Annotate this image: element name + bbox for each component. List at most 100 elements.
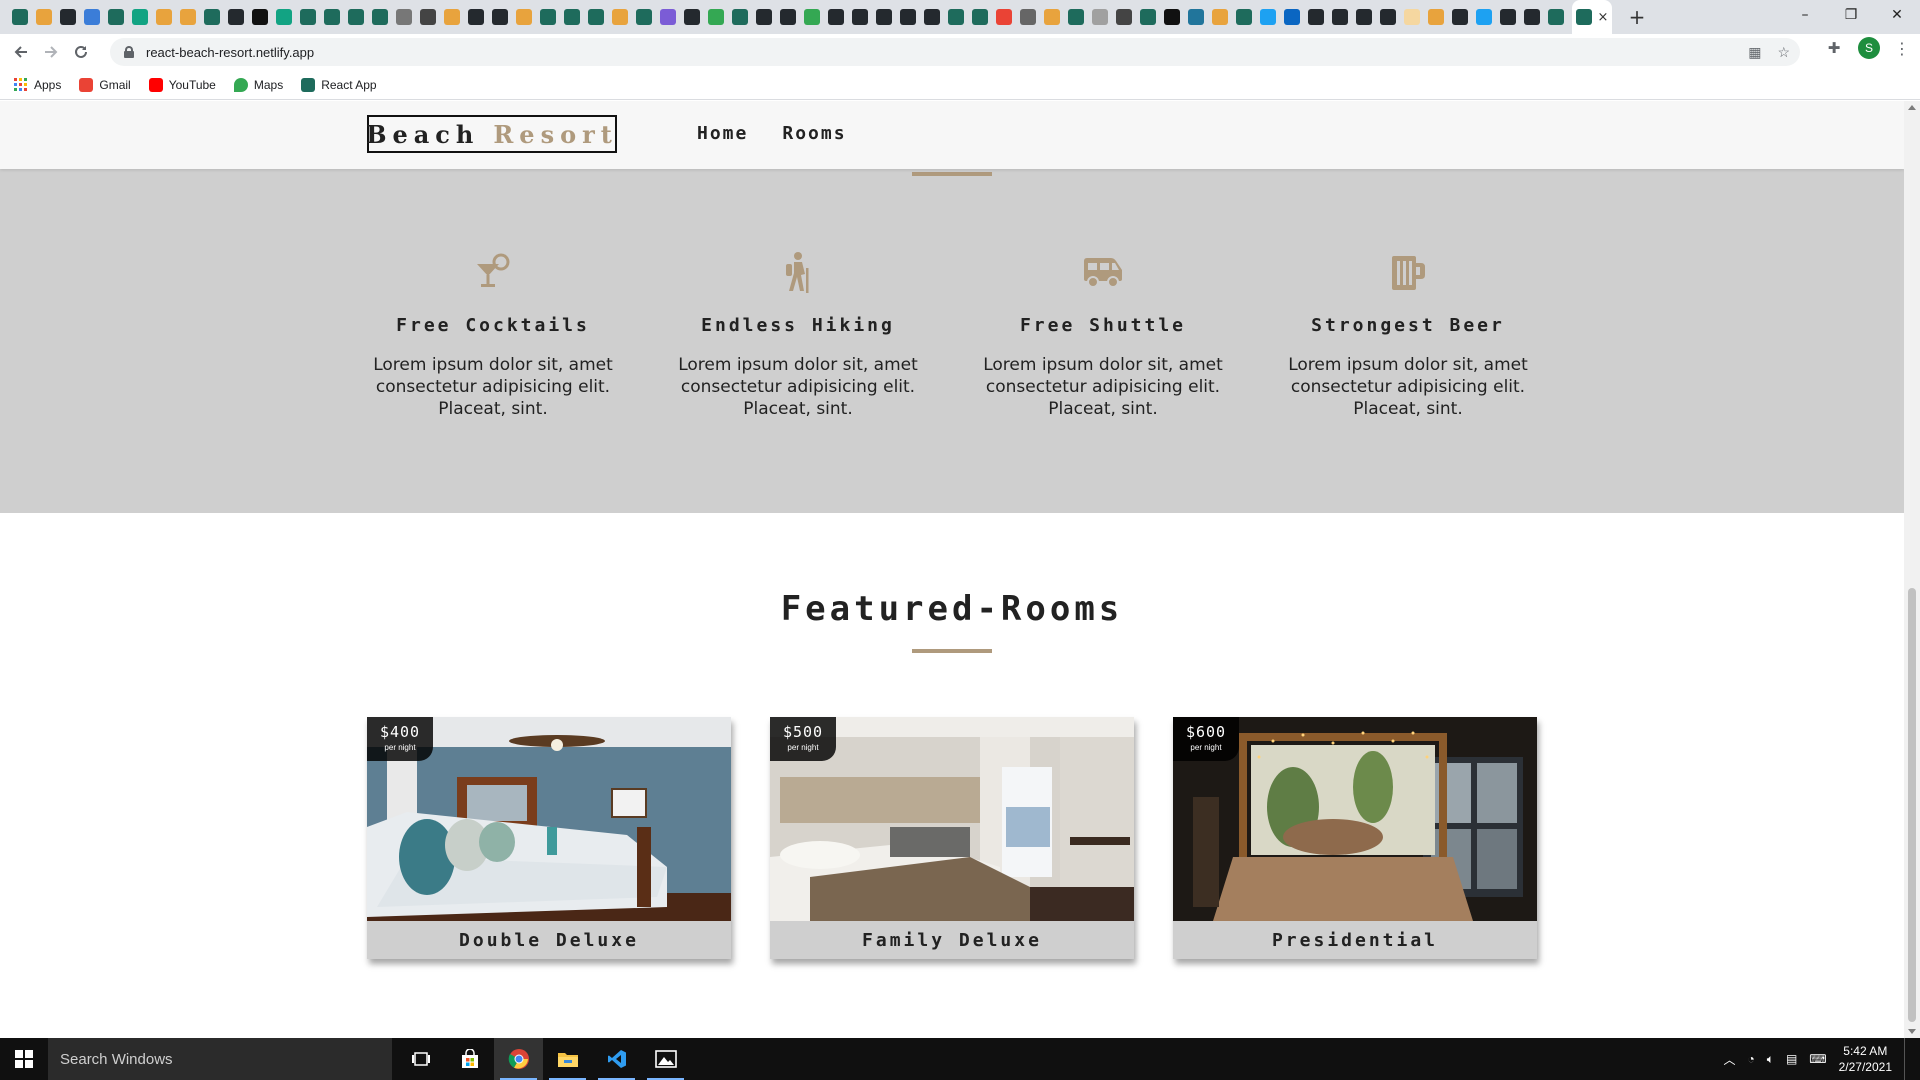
browser-tab[interactable] (248, 0, 272, 34)
browser-tab[interactable] (536, 0, 560, 34)
show-desktop-button[interactable] (1904, 1038, 1908, 1080)
address-bar[interactable]: react-beach-resort.netlify.app ▦ ☆ (110, 38, 1800, 66)
browser-tab[interactable] (32, 0, 56, 34)
browser-tab[interactable] (368, 0, 392, 34)
browser-tab[interactable] (1496, 0, 1520, 34)
browser-tab[interactable] (176, 0, 200, 34)
browser-tab[interactable] (800, 0, 824, 34)
browser-tab[interactable] (1112, 0, 1136, 34)
keyboard-icon[interactable]: ⌨︎ (1809, 1052, 1826, 1066)
start-button[interactable] (0, 1038, 48, 1080)
bookmark-star-icon[interactable]: ☆ (1777, 44, 1790, 61)
scroll-down-arrow-icon[interactable] (1908, 1029, 1916, 1034)
browser-tab[interactable] (1352, 0, 1376, 34)
browser-tab[interactable] (1208, 0, 1232, 34)
browser-tab[interactable] (1448, 0, 1472, 34)
taskbar-vscode[interactable] (592, 1038, 641, 1080)
browser-tab[interactable] (1328, 0, 1352, 34)
bookmark-item[interactable]: YouTube (148, 77, 216, 92)
scroll-thumb[interactable] (1908, 588, 1916, 1022)
minimize-button[interactable]: – (1782, 0, 1828, 30)
restore-button[interactable]: ❐ (1828, 0, 1874, 30)
browser-tab[interactable] (1160, 0, 1184, 34)
browser-tab[interactable] (920, 0, 944, 34)
bookmark-item[interactable]: React App (301, 77, 377, 92)
browser-tab[interactable] (872, 0, 896, 34)
browser-tab[interactable] (776, 0, 800, 34)
browser-tab[interactable] (1472, 0, 1496, 34)
browser-tab[interactable] (1400, 0, 1424, 34)
taskbar-file-explorer[interactable] (543, 1038, 592, 1080)
browser-tab[interactable] (344, 0, 368, 34)
browser-tab[interactable] (80, 0, 104, 34)
browser-tab[interactable] (632, 0, 656, 34)
browser-tab[interactable] (272, 0, 296, 34)
browser-tab[interactable] (824, 0, 848, 34)
browser-tab[interactable] (392, 0, 416, 34)
browser-tab[interactable] (896, 0, 920, 34)
browser-tab[interactable] (680, 0, 704, 34)
taskbar-search[interactable]: Search Windows (48, 1038, 392, 1080)
browser-tab[interactable] (608, 0, 632, 34)
back-button[interactable] (6, 37, 36, 67)
browser-tab[interactable] (128, 0, 152, 34)
browser-tab[interactable] (968, 0, 992, 34)
browser-tab[interactable] (296, 0, 320, 34)
forward-button[interactable] (36, 37, 66, 67)
site-logo[interactable]: Beach Resort (366, 115, 617, 153)
task-view-button[interactable] (396, 1038, 445, 1080)
scroll-up-arrow-icon[interactable] (1908, 105, 1916, 110)
browser-tab[interactable] (992, 0, 1016, 34)
browser-tab[interactable] (1304, 0, 1328, 34)
browser-tab[interactable] (848, 0, 872, 34)
browser-tab[interactable] (224, 0, 248, 34)
qr-code-icon[interactable]: ▦ (1748, 44, 1761, 61)
browser-tab[interactable] (752, 0, 776, 34)
browser-tab[interactable] (1040, 0, 1064, 34)
extensions-puzzle-icon[interactable]: ✚ (1824, 38, 1844, 58)
browser-tab[interactable] (1256, 0, 1280, 34)
browser-tab[interactable] (584, 0, 608, 34)
volume-icon[interactable]: 🔈︎ (1767, 1052, 1774, 1067)
browser-tab[interactable] (560, 0, 584, 34)
network-icon[interactable]: ◔ (1747, 1052, 1754, 1066)
browser-tab[interactable] (320, 0, 344, 34)
browser-tab[interactable] (416, 0, 440, 34)
chevron-up-icon[interactable]: ︿ (1723, 1051, 1735, 1068)
browser-tab[interactable] (8, 0, 32, 34)
taskbar-clock[interactable]: 5:42 AM 2/27/2021 (1839, 1043, 1892, 1075)
browser-tab[interactable] (1016, 0, 1040, 34)
browser-tab[interactable] (1544, 0, 1568, 34)
room-card-family-deluxe[interactable]: $500 per night Family Deluxe (770, 717, 1134, 959)
page-scrollbar[interactable] (1904, 101, 1920, 1038)
reload-button[interactable] (66, 37, 96, 67)
browser-tab[interactable] (512, 0, 536, 34)
bookmark-item[interactable]: Gmail (79, 77, 131, 92)
bookmark-item[interactable]: Maps (233, 77, 283, 92)
browser-tab[interactable] (656, 0, 680, 34)
browser-tab[interactable] (56, 0, 80, 34)
new-tab-button[interactable]: + (1622, 2, 1652, 32)
profile-avatar[interactable]: S (1858, 37, 1880, 59)
browser-tab[interactable] (440, 0, 464, 34)
browser-tab[interactable] (728, 0, 752, 34)
close-tab-icon[interactable]: × (1598, 11, 1609, 24)
browser-tab[interactable] (488, 0, 512, 34)
taskbar-chrome[interactable] (494, 1038, 543, 1080)
nav-link-home[interactable]: Home (697, 123, 748, 144)
browser-tab[interactable] (704, 0, 728, 34)
close-window-button[interactable]: ✕ (1874, 0, 1920, 30)
browser-tab[interactable] (1136, 0, 1160, 34)
browser-tab[interactable] (1376, 0, 1400, 34)
action-center-icon[interactable]: ▤ (1786, 1052, 1797, 1066)
taskbar-store[interactable] (445, 1038, 494, 1080)
room-card-presidential[interactable]: $600 per night Presidential (1173, 717, 1537, 959)
browser-tab[interactable] (1184, 0, 1208, 34)
taskbar-photos[interactable] (641, 1038, 690, 1080)
room-card-double-deluxe[interactable]: $400 per night Double Deluxe (367, 717, 731, 959)
browser-tab[interactable] (944, 0, 968, 34)
bookmark-item[interactable]: Apps (14, 78, 61, 92)
browser-tab[interactable] (1520, 0, 1544, 34)
nav-link-rooms[interactable]: Rooms (782, 123, 846, 144)
browser-tab[interactable] (1424, 0, 1448, 34)
